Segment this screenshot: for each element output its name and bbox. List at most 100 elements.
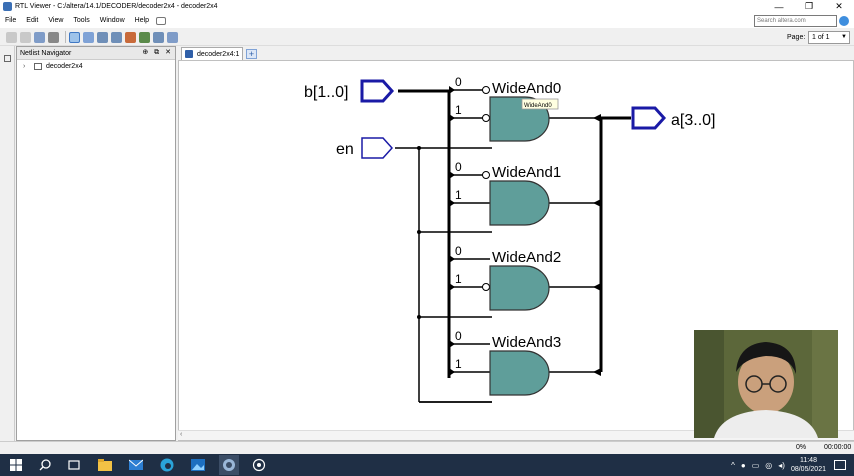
webcam-overlay (694, 330, 838, 438)
network-icon[interactable]: ◎ (765, 461, 772, 470)
search-go-icon[interactable] (839, 16, 849, 26)
minimize-button[interactable]: — (764, 0, 794, 13)
netlist-navigator-title: Netlist Navigator (20, 49, 72, 57)
close-button[interactable]: ✕ (824, 0, 854, 13)
output-port-a[interactable] (631, 106, 667, 130)
fit-in-window-icon[interactable] (97, 31, 108, 43)
edge-icon[interactable] (159, 457, 175, 473)
rtl-viewer-app-icon (3, 2, 12, 11)
tree-item-decoder2x4[interactable]: › decoder2x4 (17, 60, 175, 72)
clock-time: 11:48 (799, 457, 817, 464)
input-port-b[interactable] (360, 79, 395, 103)
menu-window[interactable]: Window (95, 17, 130, 24)
search-icon[interactable] (37, 457, 53, 473)
pin-label: 1 (455, 272, 462, 286)
search-input[interactable]: Search altera.com (754, 15, 837, 27)
and-gate-3[interactable] (489, 350, 550, 396)
zoom-tool-icon[interactable] (83, 31, 94, 43)
gate-label-2: WideAnd2 (492, 249, 561, 266)
port-label-b: b[1..0] (304, 84, 348, 101)
windows-taskbar: ^ ● ▭ ◎ ◂) 11:48 08/05/2021 (0, 454, 854, 476)
mail-icon[interactable] (128, 457, 144, 473)
junction-dot (417, 146, 421, 150)
find-net-icon[interactable] (139, 31, 150, 43)
inverter-bubble (482, 86, 490, 94)
toolbar-separator (65, 31, 66, 43)
menu-file[interactable]: File (0, 17, 21, 24)
bus-merge-arrow (593, 114, 601, 122)
context-help-icon[interactable] (156, 16, 167, 25)
scroll-left-icon[interactable]: ‹ (180, 431, 182, 438)
left-dock-strip (0, 46, 15, 441)
new-tab-button[interactable]: + (246, 49, 257, 59)
tab-strip: decoder2x4:1 + (178, 46, 854, 60)
menu-view[interactable]: View (43, 17, 68, 24)
tab-decoder2x4[interactable]: decoder2x4:1 (181, 47, 243, 60)
print-icon[interactable] (167, 31, 178, 43)
photos-icon[interactable] (190, 457, 206, 473)
pin-label: 1 (455, 103, 462, 117)
netlist-navigator-panel: Netlist Navigator ⊕ ⧉ ✕ › decoder2x4 (16, 46, 176, 441)
back-icon[interactable] (6, 31, 17, 43)
input-port-en[interactable] (361, 137, 394, 159)
notification-center-icon[interactable] (834, 460, 846, 470)
task-view-icon[interactable] (66, 457, 82, 473)
expand-chevron-icon[interactable]: › (23, 63, 31, 70)
rtl-tab-icon (185, 50, 193, 58)
taskbar-clock[interactable]: 11:48 08/05/2021 (791, 456, 826, 474)
gate-label-1: WideAnd1 (492, 164, 561, 181)
gate-label-3: WideAnd3 (492, 334, 561, 351)
window-controls: — ❐ ✕ (764, 0, 854, 13)
bus-merge-arrow (593, 368, 601, 376)
and-gate-2[interactable] (489, 265, 550, 311)
menu-bar: File Edit View Tools Window Help (0, 13, 854, 28)
chevron-up-icon[interactable]: ^ (731, 461, 735, 470)
forward-icon[interactable] (20, 31, 31, 43)
menu-edit[interactable]: Edit (21, 17, 43, 24)
pin-label: 0 (455, 160, 462, 174)
system-tray: ^ ● ▭ ◎ ◂) 11:48 08/05/2021 (731, 454, 854, 476)
menu-tools[interactable]: Tools (68, 17, 94, 24)
netlist-navigator-header: Netlist Navigator ⊕ ⧉ ✕ (17, 47, 175, 60)
pin-label: 0 (455, 329, 462, 343)
and-gate-1[interactable] (489, 180, 550, 226)
quartus-icon[interactable] (219, 455, 239, 475)
hierarchy-icon (34, 62, 42, 70)
tree-item-label: decoder2x4 (46, 62, 83, 70)
bus-merge-arrow (593, 283, 601, 291)
junction-dot (417, 230, 421, 234)
page-select[interactable]: 1 of 1 ▼ (808, 31, 850, 44)
inverter-bubble (482, 171, 490, 179)
tab-label: decoder2x4:1 (197, 50, 240, 58)
webcam-person-image (694, 330, 838, 438)
pin-label: 0 (455, 75, 462, 89)
copy-icon[interactable] (153, 31, 164, 43)
status-zoom: 0% (796, 444, 807, 451)
volume-icon[interactable]: ◂) (778, 461, 785, 470)
microphone-icon[interactable]: ● (741, 461, 746, 470)
tooltip-text: WideAnd0 (524, 103, 552, 109)
dock-pin-icon[interactable] (4, 55, 11, 62)
file-explorer-icon[interactable] (97, 457, 113, 473)
port-label-a: a[3..0] (671, 112, 715, 129)
maximize-button[interactable]: ❐ (794, 0, 824, 13)
hand-tool-icon[interactable] (111, 31, 122, 43)
title-bar: RTL Viewer - C:/altera/14.1/DECODER/deco… (0, 0, 854, 13)
battery-icon[interactable]: ▭ (752, 461, 760, 470)
netlist-filter-icon[interactable] (125, 31, 136, 43)
page-label: Page: (787, 34, 806, 41)
selection-tool-icon[interactable] (69, 31, 80, 43)
settings-icon[interactable] (251, 457, 267, 473)
pin-label: 1 (455, 357, 462, 371)
menu-help[interactable]: Help (130, 17, 154, 24)
pin-label: 0 (455, 244, 462, 258)
windows-start-icon[interactable] (8, 457, 24, 473)
clock-date: 08/05/2021 (790, 466, 826, 473)
inverter-bubble (482, 114, 490, 122)
bus-merge-arrow (593, 199, 601, 207)
hierarchy-up-icon[interactable] (34, 31, 45, 43)
panel-controls[interactable]: ⊕ ⧉ ✕ (142, 48, 173, 57)
find-icon[interactable] (48, 31, 59, 43)
pin-label: 1 (455, 188, 462, 202)
junction-dot (417, 315, 421, 319)
